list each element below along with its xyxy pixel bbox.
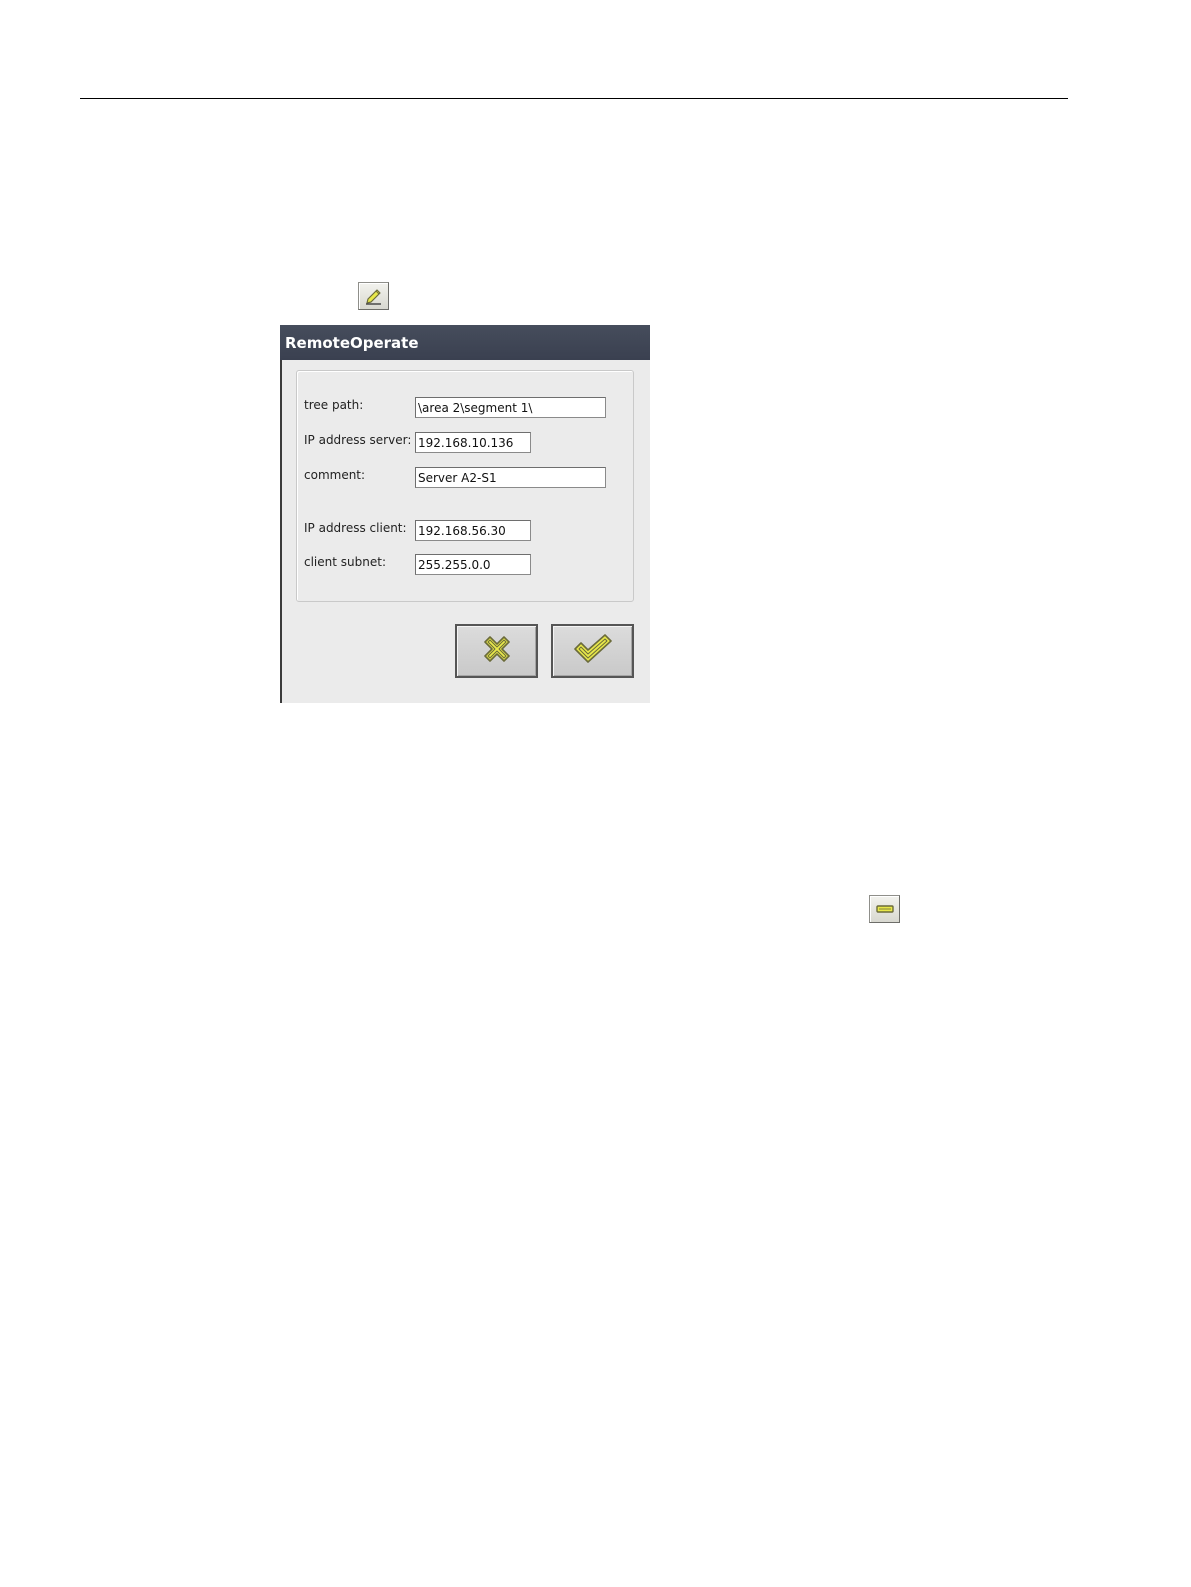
ip-server-input[interactable]	[415, 432, 531, 453]
remote-operate-dialog: RemoteOperate tree path: IP address serv…	[280, 325, 650, 703]
minus-icon	[875, 903, 895, 915]
remove-button[interactable]	[869, 895, 900, 923]
cancel-button[interactable]	[455, 624, 538, 678]
comment-input[interactable]	[415, 467, 606, 488]
checkmark-icon	[571, 631, 615, 671]
client-subnet-label: client subnet:	[304, 555, 386, 569]
dialog-title: RemoteOperate	[280, 325, 650, 360]
ip-client-label: IP address client:	[304, 521, 407, 535]
edit-button[interactable]	[358, 282, 389, 310]
x-icon	[477, 629, 517, 673]
tree-path-input[interactable]	[415, 397, 606, 418]
header-rule	[80, 98, 1068, 99]
ip-server-label: IP address server:	[304, 433, 412, 447]
ip-client-input[interactable]	[415, 520, 531, 541]
ok-button[interactable]	[551, 624, 634, 678]
tree-path-label: tree path:	[304, 398, 364, 412]
pencil-edit-icon	[364, 287, 384, 305]
client-subnet-input[interactable]	[415, 554, 531, 575]
comment-label: comment:	[304, 468, 366, 482]
